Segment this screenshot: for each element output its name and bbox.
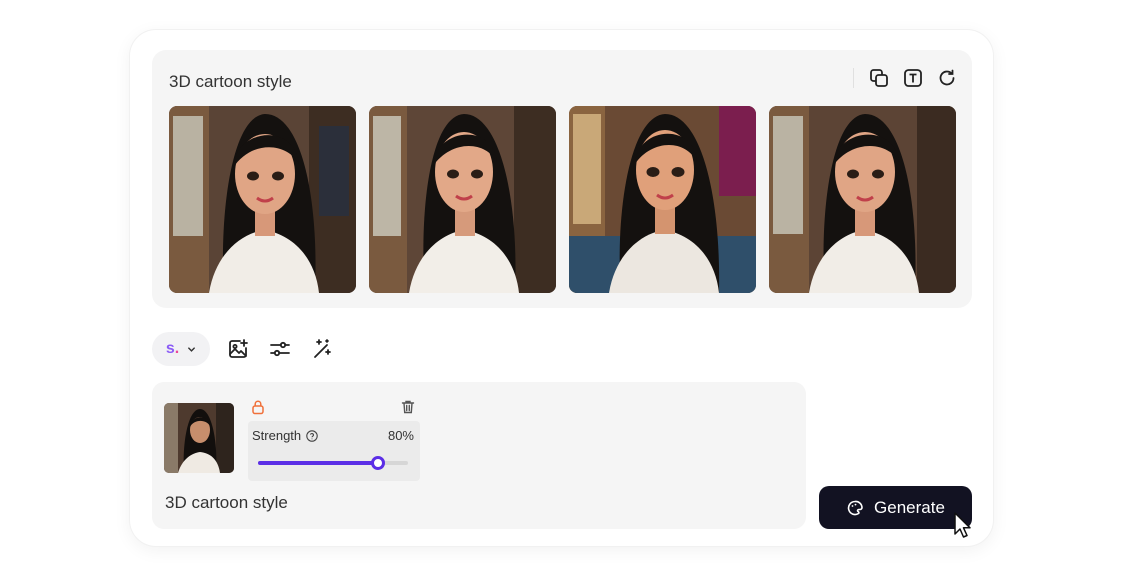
generated-image-2[interactable] (369, 106, 556, 293)
generate-label: Generate (874, 497, 945, 517)
prompt-panel: Strength 80% 3D cartoon style (152, 382, 806, 529)
strength-slider[interactable] (258, 456, 408, 470)
image-add-icon[interactable] (224, 335, 252, 363)
help-icon[interactable] (306, 429, 318, 442)
model-selector[interactable]: s. (152, 332, 210, 366)
magic-wand-icon[interactable] (308, 335, 336, 363)
prompt-toolbar: s. (152, 332, 336, 366)
chevron-down-icon (188, 346, 196, 352)
slider-thumb[interactable] (371, 456, 385, 470)
generate-button[interactable]: Generate (819, 486, 972, 529)
generated-image-3[interactable] (569, 106, 756, 293)
image-generator-card: 3D cartoon style s. Strength 80% 3D cart… (130, 30, 993, 546)
tool-divider (853, 68, 854, 88)
slider-fill (258, 461, 378, 465)
lock-icon[interactable] (250, 399, 266, 415)
results-panel: 3D cartoon style (152, 50, 972, 308)
model-logo: s. (165, 340, 180, 357)
generated-image-1[interactable] (169, 106, 356, 293)
strength-label-group: Strength (252, 428, 318, 443)
trash-icon[interactable] (400, 399, 416, 415)
refresh-icon[interactable] (936, 67, 958, 89)
strength-control: Strength 80% (248, 421, 420, 481)
strength-value: 80% (387, 428, 414, 443)
results-tools (853, 67, 958, 89)
sliders-icon[interactable] (266, 335, 294, 363)
text-icon[interactable] (902, 67, 924, 89)
strength-label: Strength (252, 428, 302, 443)
generated-images (169, 106, 956, 293)
prompt-input[interactable]: 3D cartoon style (165, 493, 288, 513)
copy-icon[interactable] (868, 67, 890, 89)
reference-image[interactable] (164, 403, 234, 473)
generated-image-4[interactable] (769, 106, 956, 293)
sparkle-palette-icon (847, 500, 863, 515)
results-title: 3D cartoon style (169, 72, 292, 91)
